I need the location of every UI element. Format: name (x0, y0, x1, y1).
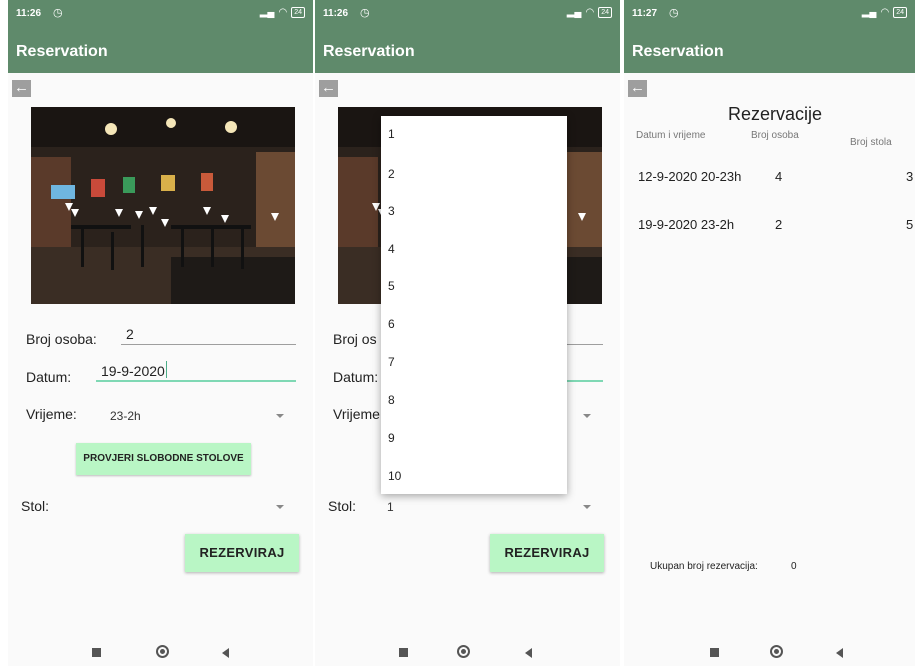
column-header-table: Broj stola (850, 137, 892, 148)
navigation-bar (8, 638, 313, 666)
text-cursor (166, 361, 167, 378)
alarm-clock-icon: ◷ (669, 7, 679, 19)
dropdown-option[interactable]: 4 (388, 242, 395, 256)
date-label: Datum: (333, 369, 379, 385)
system-icons: ▂▄ ◠ 24 (567, 7, 612, 18)
table-label: Stol: (21, 498, 50, 514)
app-title: Reservation (16, 43, 108, 60)
dropdown-option[interactable]: 1 (388, 127, 395, 141)
row-persons: 2 (775, 217, 783, 232)
persons-input[interactable]: 2 (126, 326, 134, 342)
time-spinner[interactable]: 23-2h (110, 409, 141, 423)
reservation-dropdown-screen: 11:26 ◷ ▂▄ ◠ 24 Reservation ← Broj os Da… (315, 0, 620, 666)
time-label: Vrijeme (333, 406, 380, 422)
signal-icon: ▂▄ (566, 7, 582, 18)
dropdown-option[interactable]: 3 (388, 204, 395, 218)
persons-underline (567, 344, 603, 345)
recents-icon[interactable] (92, 648, 101, 657)
navigation-bar (315, 638, 620, 666)
date-underline (567, 380, 603, 382)
row-table: 5 (906, 217, 914, 232)
wifi-icon: ◠ (278, 7, 288, 18)
dropdown-option[interactable]: 9 (388, 431, 395, 445)
row-datetime: 19-9-2020 23-2h (638, 217, 735, 232)
time-label: Vrijeme: (26, 406, 77, 422)
app-title: Reservation (323, 43, 415, 60)
status-time: 11:26 (323, 8, 349, 19)
signal-icon: ▂▄ (861, 7, 877, 18)
system-icons: ▂▄ ◠ 24 (260, 7, 305, 18)
total-reservations-value: 0 (791, 561, 797, 572)
recents-icon[interactable] (399, 648, 408, 657)
date-label: Datum: (26, 369, 72, 385)
persons-label: Broj os (333, 331, 377, 347)
home-icon[interactable] (156, 645, 169, 658)
restaurant-photo (31, 107, 295, 304)
app-bar: Reservation (624, 31, 915, 73)
battery-icon: 24 (893, 7, 907, 18)
dropdown-option[interactable]: 7 (388, 355, 395, 369)
dropdown-option[interactable]: 5 (388, 279, 395, 293)
arrow-left-icon[interactable]: ← (12, 80, 31, 97)
reservations-list-screen: 11:27 ◷ ▂▄ ◠ 24 Reservation ← Rezervacij… (624, 0, 915, 666)
app-bar: Reservation (315, 31, 620, 73)
page-title: Rezervacije (728, 104, 823, 124)
persons-underline (121, 344, 296, 345)
chevron-down-icon[interactable] (276, 414, 284, 418)
home-icon[interactable] (770, 645, 783, 658)
chevron-down-icon[interactable] (276, 505, 284, 509)
status-time: 11:26 (16, 8, 42, 19)
table-label: Stol: (328, 498, 357, 514)
status-time: 11:27 (632, 8, 658, 19)
chevron-down-icon[interactable] (583, 505, 591, 509)
back-triangle-icon[interactable] (525, 648, 532, 658)
app-title: Reservation (632, 43, 724, 60)
row-datetime: 12-9-2020 20-23h (638, 169, 742, 184)
wifi-icon: ◠ (880, 7, 890, 18)
row-persons: 4 (775, 169, 783, 184)
dropdown-option[interactable]: 8 (388, 393, 395, 407)
signal-icon: ▂▄ (259, 7, 275, 18)
battery-icon: 24 (291, 7, 305, 18)
status-bar: 11:27 ◷ ▂▄ ◠ 24 (624, 0, 915, 31)
dropdown-option[interactable]: 2 (388, 167, 395, 181)
home-icon[interactable] (457, 645, 470, 658)
chevron-down-icon[interactable] (583, 414, 591, 418)
table-spinner[interactable]: 1 (387, 500, 394, 514)
status-bar: 11:26 ◷ ▂▄ ◠ 24 (8, 0, 313, 31)
persons-label: Broj osoba: (26, 331, 97, 347)
dropdown-option[interactable]: 10 (388, 469, 401, 483)
persons-dropdown: 1 2 3 4 5 6 7 8 9 10 (381, 116, 567, 494)
app-bar: Reservation (8, 31, 313, 73)
wifi-icon: ◠ (585, 7, 595, 18)
date-input[interactable]: 19-9-2020 (101, 363, 165, 379)
recents-icon[interactable] (710, 648, 719, 657)
battery-icon: 24 (598, 7, 612, 18)
total-reservations-label: Ukupan broj rezervacija: (650, 561, 758, 572)
column-header-persons: Broj osoba (751, 130, 799, 141)
reservation-form-screen: 11:26 ◷ ▂▄ ◠ 24 Reservation ← Broj osoba… (8, 0, 313, 666)
alarm-clock-icon: ◷ (53, 7, 63, 19)
arrow-left-icon[interactable]: ← (319, 80, 338, 97)
column-header-datetime: Datum i vrijeme (636, 130, 706, 141)
navigation-bar (624, 638, 915, 666)
alarm-clock-icon: ◷ (360, 7, 370, 19)
status-bar: 11:26 ◷ ▂▄ ◠ 24 (315, 0, 620, 31)
date-underline (96, 380, 296, 382)
reserve-button[interactable]: REZERVIRAJ (185, 534, 299, 572)
dropdown-option[interactable]: 6 (388, 317, 395, 331)
row-table: 3 (906, 169, 914, 184)
system-icons: ▂▄ ◠ 24 (862, 7, 907, 18)
check-free-tables-button[interactable]: PROVJERI SLOBODNE STOLOVE (76, 443, 251, 475)
reserve-button[interactable]: REZERVIRAJ (490, 534, 604, 572)
arrow-left-icon[interactable]: ← (628, 80, 647, 97)
back-triangle-icon[interactable] (836, 648, 843, 658)
back-triangle-icon[interactable] (222, 648, 229, 658)
